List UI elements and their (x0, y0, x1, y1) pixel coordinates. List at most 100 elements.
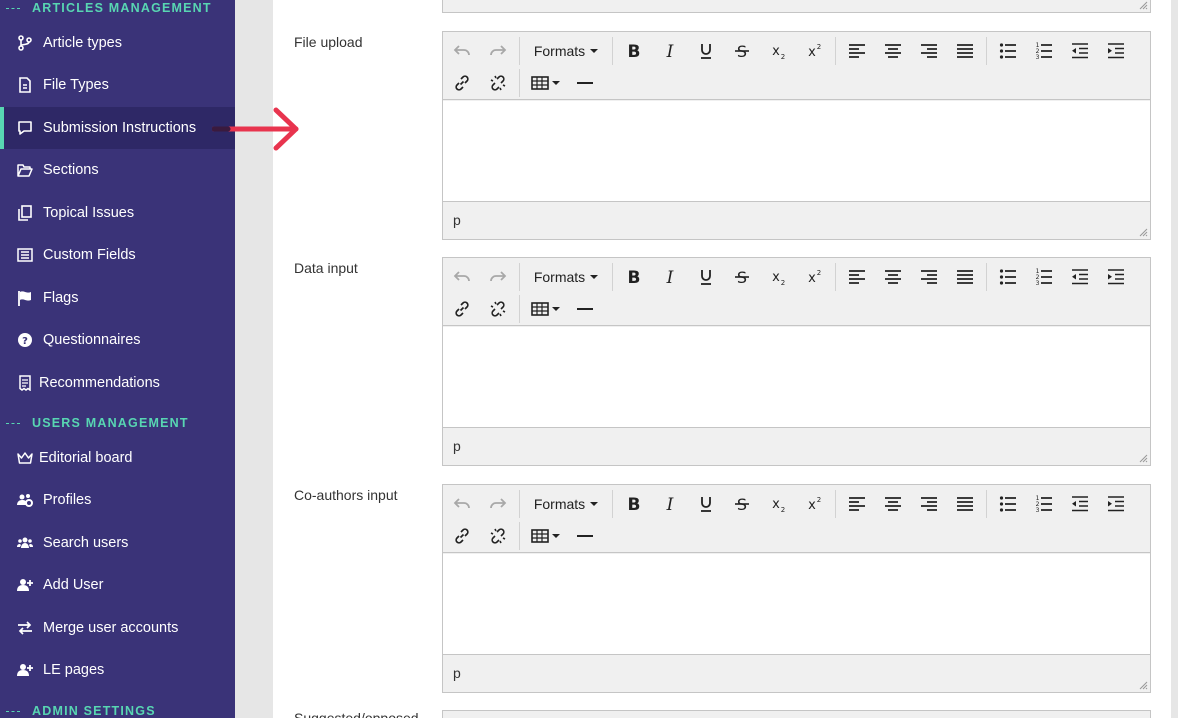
editor-content-area[interactable] (443, 101, 1150, 201)
align-right-button[interactable] (911, 490, 947, 518)
bold-button[interactable]: B (616, 37, 652, 65)
sidebar-item-topical-issues[interactable]: Topical Issues (0, 192, 235, 234)
insert-link-button[interactable] (444, 69, 480, 97)
formats-dropdown[interactable]: Formats (523, 37, 609, 65)
unlink-icon (490, 528, 506, 544)
undo-button[interactable] (444, 263, 480, 291)
element-path[interactable]: p (453, 212, 461, 228)
align-left-button[interactable] (839, 263, 875, 291)
element-path[interactable]: p (453, 438, 461, 454)
table-button[interactable] (523, 69, 567, 97)
bullet-list-icon (999, 496, 1016, 512)
outdent-button[interactable] (1062, 37, 1098, 65)
indent-button[interactable] (1098, 263, 1134, 291)
numbered-list-button[interactable]: 123 (1026, 37, 1062, 65)
bullet-list-button[interactable] (990, 263, 1026, 291)
sidebar-item-article-types[interactable]: Article types (0, 22, 235, 64)
sidebar-item-file-types[interactable]: File Types (0, 64, 235, 106)
element-path[interactable]: p (453, 665, 461, 681)
toolbar-separator (986, 37, 987, 65)
editor-content-area[interactable] (443, 327, 1150, 427)
align-right-button[interactable] (911, 263, 947, 291)
underline-icon (701, 44, 711, 59)
underline-button[interactable] (688, 263, 724, 291)
align-justify-button[interactable] (947, 490, 983, 518)
sidebar-item-flags[interactable]: Flags (0, 277, 235, 319)
outdent-button[interactable] (1062, 263, 1098, 291)
strikethrough-button[interactable]: S (724, 37, 760, 65)
undo-button[interactable] (444, 490, 480, 518)
sidebar-item-le-pages[interactable]: LE pages (0, 649, 235, 691)
resize-grip-icon[interactable] (1139, 454, 1148, 463)
numbered-list-button[interactable]: 123 (1026, 490, 1062, 518)
italic-button[interactable]: I (652, 490, 688, 518)
formats-dropdown[interactable]: Formats (523, 263, 609, 291)
numbered-list-button[interactable]: 123 (1026, 263, 1062, 291)
align-justify-button[interactable] (947, 263, 983, 291)
bullet-list-button[interactable] (990, 37, 1026, 65)
superscript-button[interactable]: x2 (796, 490, 832, 518)
superscript-button[interactable]: x2 (796, 263, 832, 291)
bold-button[interactable]: B (616, 490, 652, 518)
remove-link-button[interactable] (480, 295, 516, 323)
horizontal-rule-button[interactable] (567, 69, 603, 97)
underline-button[interactable] (688, 37, 724, 65)
resize-grip-icon[interactable] (1139, 1, 1148, 10)
sidebar-item-submission-instructions[interactable]: Submission Instructions (0, 107, 235, 149)
section-header-label: USERS MANAGEMENT (32, 416, 189, 430)
sidebar-item-questionnaires[interactable]: ? Questionnaires (0, 319, 235, 361)
italic-icon: I (666, 495, 674, 513)
subscript-button[interactable]: x2 (760, 263, 796, 291)
sidebar-item-add-user[interactable]: Add User (0, 564, 235, 606)
sidebar-item-search-users[interactable]: Search users (0, 522, 235, 564)
sidebar-item-label: Profiles (43, 492, 92, 508)
formats-dropdown[interactable]: Formats (523, 490, 609, 518)
superscript-button[interactable]: x2 (796, 37, 832, 65)
horizontal-rule-button[interactable] (567, 522, 603, 550)
align-left-button[interactable] (839, 490, 875, 518)
undo-button[interactable] (444, 37, 480, 65)
remove-link-button[interactable] (480, 69, 516, 97)
editor-content-area[interactable] (443, 554, 1150, 654)
sidebar-item-recommendations[interactable]: Recommendations (0, 362, 235, 404)
redo-icon (490, 498, 507, 509)
indent-icon (1108, 496, 1124, 512)
insert-link-button[interactable] (444, 295, 480, 323)
remove-link-button[interactable] (480, 522, 516, 550)
align-right-button[interactable] (911, 37, 947, 65)
italic-button[interactable]: I (652, 263, 688, 291)
resize-grip-icon[interactable] (1139, 681, 1148, 690)
subscript-button[interactable]: x2 (760, 490, 796, 518)
strikethrough-button[interactable]: S (724, 490, 760, 518)
horizontal-rule-button[interactable] (567, 295, 603, 323)
table-button[interactable] (523, 295, 567, 323)
insert-link-button[interactable] (444, 522, 480, 550)
align-center-button[interactable] (875, 37, 911, 65)
indent-button[interactable] (1098, 37, 1134, 65)
redo-button[interactable] (480, 37, 516, 65)
align-justify-button[interactable] (947, 37, 983, 65)
sidebar-item-label: Topical Issues (43, 205, 135, 221)
indent-button[interactable] (1098, 490, 1134, 518)
strikethrough-button[interactable]: S (724, 263, 760, 291)
align-center-button[interactable] (875, 263, 911, 291)
underline-icon (701, 497, 711, 512)
italic-button[interactable]: I (652, 37, 688, 65)
underline-button[interactable] (688, 490, 724, 518)
sidebar-item-profiles[interactable]: Profiles (0, 479, 235, 521)
align-left-button[interactable] (839, 37, 875, 65)
sidebar-item-editorial-board[interactable]: Editorial board (0, 437, 235, 479)
toolbar-row-2 (444, 520, 603, 552)
outdent-button[interactable] (1062, 490, 1098, 518)
resize-grip-icon[interactable] (1139, 228, 1148, 237)
redo-button[interactable] (480, 490, 516, 518)
align-center-button[interactable] (875, 490, 911, 518)
table-button[interactable] (523, 522, 567, 550)
bullet-list-button[interactable] (990, 490, 1026, 518)
bold-button[interactable]: B (616, 263, 652, 291)
sidebar-item-sections[interactable]: Sections (0, 149, 235, 191)
sidebar-item-custom-fields[interactable]: Custom Fields (0, 234, 235, 276)
sidebar-item-merge-user-accounts[interactable]: Merge user accounts (0, 607, 235, 649)
subscript-button[interactable]: x2 (760, 37, 796, 65)
redo-button[interactable] (480, 263, 516, 291)
